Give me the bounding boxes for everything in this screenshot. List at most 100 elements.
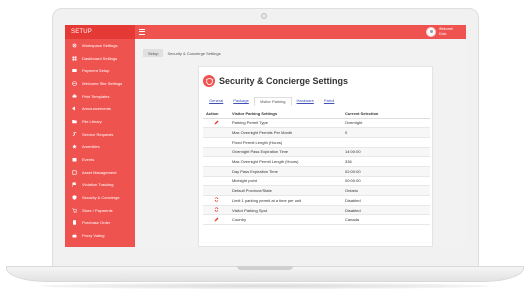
setting-value: Disabled — [342, 205, 430, 216]
hamburger-icon[interactable] — [139, 29, 145, 35]
edit-icon[interactable] — [214, 120, 219, 125]
sidebar-item-payment-setup[interactable]: Payment Setup — [65, 64, 135, 77]
setting-name: Visitor Parking Spot — [229, 205, 342, 216]
wrench-icon — [72, 131, 77, 136]
setting-value — [342, 137, 430, 148]
action-cell — [203, 214, 229, 226]
action-cell — [203, 127, 229, 138]
top-bar: Welcome! Dolo — [135, 25, 466, 39]
page-title: Security & Concierge Settings — [219, 76, 349, 86]
table-row: Country Canada — [203, 214, 430, 226]
action-cell — [203, 166, 229, 177]
sidebar-item-security-concierge[interactable]: Security & Concierge — [65, 191, 135, 204]
header-current-selection: Current Selection — [342, 110, 430, 119]
globe-icon — [72, 81, 77, 86]
card-icon — [72, 69, 77, 73]
sidebar: SETUP Workspace Settings Dashboard Settin… — [65, 25, 135, 247]
setting-value: 00:00:00 — [342, 176, 430, 187]
table-row: Fixed Permit Length (Hours) — [203, 137, 430, 148]
print-icon — [72, 94, 77, 98]
sidebar-item-label: Violation Tracking — [82, 182, 114, 188]
setting-name: Max Overnight Permit Length (Hours) — [229, 156, 342, 167]
sidebar-item-welcome-site-settings[interactable]: Welcome Site Settings — [65, 77, 135, 90]
calendar-icon — [72, 158, 77, 162]
setting-name: Parking Permit Type — [229, 118, 342, 129]
sidebar-item-print-templates[interactable]: Print Templates — [65, 90, 135, 103]
sidebar-item-label: Announcements — [82, 106, 111, 112]
setting-value: 14:00:00 — [342, 147, 430, 158]
breadcrumb-setup[interactable]: Setup — [143, 49, 164, 57]
sidebar-item-label: File Library — [82, 118, 102, 124]
box-icon — [72, 170, 77, 175]
sidebar-item-label: Asset Management — [82, 169, 117, 175]
sidebar-item-amenities[interactable]: Amenities — [65, 141, 135, 154]
sidebar-item-label: Proxy Voting — [82, 233, 105, 239]
table-row: Visitor Parking Spot Disabled — [203, 205, 430, 216]
table-row: Default Province/State Ontario — [203, 185, 430, 196]
tab-visitor-parking[interactable]: Visitor Parking — [253, 97, 292, 106]
sidebar-item-label: Purchase Order — [82, 220, 111, 226]
sidebar-item-events[interactable]: Events — [65, 153, 135, 166]
setting-value: 0 — [342, 127, 430, 138]
action-cell — [203, 137, 229, 148]
laptop-frame: SETUP Workspace Settings Dashboard Settin… — [0, 0, 530, 300]
user-welcome-text: Welcome! — [439, 27, 454, 31]
sidebar-item-file-library[interactable]: File Library — [65, 115, 135, 128]
table-row: Limit 1 parking permit at a time per uni… — [203, 195, 430, 206]
settings-icon — [72, 43, 77, 48]
table-row: Parking Permit Type Overnight — [203, 118, 430, 129]
tab-package[interactable]: Package — [228, 97, 254, 106]
laptop-notch — [237, 266, 293, 270]
setting-name: Limit 1 parking permit at a time per uni… — [229, 195, 342, 206]
table-row: Day Pass Expiration Time 02:00:00 — [203, 166, 430, 177]
setting-value: Overnight — [342, 118, 430, 129]
sidebar-item-service-requests[interactable]: Service Requests — [65, 128, 135, 141]
sidebar-item-label: Service Requests — [82, 131, 114, 137]
sidebar-item-purchase-order[interactable]: Purchase Order — [65, 217, 135, 230]
header-action: Action — [203, 110, 229, 119]
megaphone-icon — [72, 106, 75, 111]
sidebar-item-announcements[interactable]: Announcements — [65, 102, 135, 115]
tab-general[interactable]: General — [204, 97, 228, 106]
edit-icon[interactable] — [214, 217, 219, 222]
sidebar-nav: Workspace Settings Dashboard Settings Paym… — [65, 39, 135, 242]
dashboard-icon — [72, 56, 77, 61]
setting-name: Midnight point — [229, 176, 342, 187]
avatar[interactable] — [426, 27, 436, 37]
sidebar-item-label: Security & Concierge — [82, 195, 120, 201]
sidebar-item-label: Amenities — [82, 144, 100, 150]
panel-header: Security & Concierge Settings — [203, 75, 348, 87]
sidebar-item-label: Events — [82, 157, 95, 163]
sidebar-item-workspace-settings[interactable]: Workspace Settings — [65, 39, 135, 52]
sidebar-item-store-payments[interactable]: Store / Payments — [65, 204, 135, 217]
sidebar-item-proxy-voting[interactable]: Proxy Voting — [65, 229, 135, 242]
sidebar-item-dashboard-settings[interactable]: Dashboard Settings — [65, 52, 135, 65]
setting-name: Country — [229, 214, 342, 226]
toggle-icon[interactable] — [214, 207, 219, 212]
sidebar-item-label: Store / Payments — [82, 207, 113, 213]
table-row: Max Overnight Permit Length (Hours) 336 — [203, 156, 430, 167]
sidebar-item-label: Welcome Site Settings — [82, 80, 123, 86]
table-row: Midnight point 00:00:00 — [203, 176, 430, 187]
toggle-icon[interactable] — [214, 197, 219, 202]
tab-patrol[interactable]: Patrol — [319, 97, 339, 106]
sidebar-item-label: Print Templates — [82, 93, 110, 99]
action-cell — [203, 147, 229, 158]
action-cell — [203, 118, 229, 129]
sidebar-item-label: Workspace Settings — [82, 42, 118, 48]
sidebar-item-asset-management[interactable]: Asset Management — [65, 166, 135, 179]
shield-icon — [203, 75, 215, 87]
breadcrumb-current: Security & Concierge Settings — [167, 50, 221, 56]
folder-icon — [72, 119, 77, 124]
shield-icon — [72, 195, 77, 200]
action-cell — [203, 185, 229, 196]
setting-name: Default Province/State — [229, 185, 342, 196]
settings-tabs: General Package Visitor Parking Hardware Pat… — [204, 97, 339, 106]
header-setting: Visitor Parking Settings — [229, 110, 342, 119]
user-name[interactable]: Dolo — [439, 32, 446, 36]
setting-name: Overnight Pass Expiration Time — [229, 147, 342, 158]
cart-icon — [72, 208, 77, 213]
sidebar-item-violation-tracking[interactable]: Violation Tracking — [65, 179, 135, 192]
sidebar-item-label: Payment Setup — [82, 68, 110, 74]
tab-hardware[interactable]: Hardware — [292, 97, 319, 106]
